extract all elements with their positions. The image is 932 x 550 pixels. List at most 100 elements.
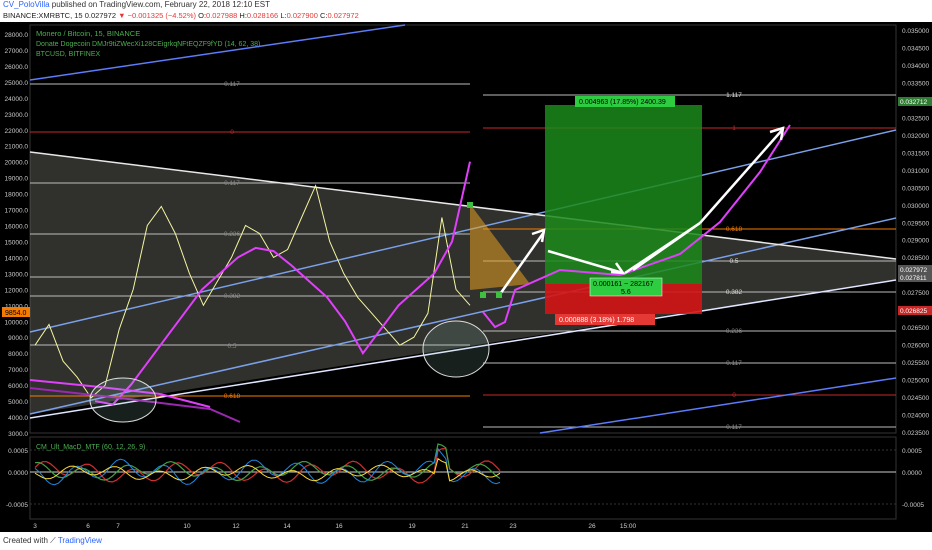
- fib-label: 0.236: [224, 231, 241, 238]
- x-axis-tick: 19: [408, 523, 416, 530]
- left-axis-tick: 13000.0: [5, 271, 29, 278]
- right-axis-tick: 0.032000: [902, 133, 929, 140]
- right-axis-tick: 0.029000: [902, 238, 929, 245]
- fib-label: 0: [230, 129, 234, 136]
- left-axis-tick: 5000.0: [8, 399, 28, 406]
- macd-axis-tick: 0.0000: [8, 470, 28, 477]
- right-axis: 0.0350000.0345000.0340000.0335000.033000…: [902, 28, 929, 437]
- right-axis-tick: 0.030500: [902, 185, 929, 192]
- right-axis-tick: 0.031500: [902, 150, 929, 157]
- left-axis-tick: 24000.0: [5, 96, 29, 103]
- left-axis-tick: 8000.0: [8, 351, 28, 358]
- marker-square: [467, 202, 473, 208]
- x-axis-tick: 26: [588, 523, 596, 530]
- open-value: 0.027988: [206, 11, 238, 20]
- left-axis-tick: 4000.0: [8, 415, 28, 422]
- legend-donate[interactable]: Donate Dogecoin DMJr9tiZWecXi128CEigrkqN…: [36, 41, 260, 48]
- price-tag: 0.027811: [900, 275, 927, 282]
- publish-bar: CV_PoloVilla published on TradingView.co…: [0, 0, 932, 10]
- fib-label: 0.5: [729, 258, 738, 265]
- fib-label: 0.382: [726, 289, 743, 296]
- x-axis-tick: 12: [232, 523, 240, 530]
- left-axis-tick: 28000.0: [5, 32, 29, 39]
- support-ellipse-right: [422, 320, 490, 378]
- left-axis-tick: 19000.0: [5, 176, 29, 183]
- author-link[interactable]: CV_PoloVilla: [3, 0, 50, 9]
- x-axis-tick: 15:00: [620, 523, 637, 530]
- fib-label: 0.618: [224, 393, 241, 400]
- high-label: H:: [239, 11, 247, 20]
- right-axis-tick: 0.029500: [902, 220, 929, 227]
- fib-label: 0: [732, 392, 736, 399]
- left-axis-tick: 17000.0: [5, 208, 29, 215]
- left-axis-tick: 6000.0: [8, 383, 28, 390]
- support-ellipse-left: [89, 377, 157, 423]
- down-arrow-icon: ▼: [118, 11, 126, 20]
- left-axis-tick: 16000.0: [5, 224, 29, 231]
- left-axis-tick: 23000.0: [5, 112, 29, 119]
- x-axis-tick: 21: [461, 523, 469, 530]
- marker-square: [480, 292, 486, 298]
- x-axis-tick: 16: [335, 523, 343, 530]
- macd-right-axis-tick: 0.0005: [902, 448, 922, 455]
- price-change: −0.001325 (−4.52%): [127, 11, 197, 20]
- price-tag: 0.026825: [900, 308, 927, 315]
- left-axis-tick: 9000.0: [8, 335, 28, 342]
- right-axis-tick: 0.030000: [902, 203, 929, 210]
- target-label: 0.004963 (17.85%) 2400.39: [579, 99, 666, 106]
- left-axis-tick: 18000.0: [5, 192, 29, 199]
- right-axis-tick: 0.032500: [902, 115, 929, 122]
- left-axis-tick: 3000.0: [8, 431, 28, 438]
- fib-label: 0.117: [726, 360, 742, 367]
- legend-macd[interactable]: CM_Ult_MacD_MTF (60, 12, 26, 9): [36, 444, 145, 451]
- entry-label: 0.000161 ~ 282167: [593, 281, 654, 288]
- macd-axis-tick: -0.0005: [6, 502, 28, 509]
- right-axis-tick: 0.026000: [902, 343, 929, 350]
- x-axis-tick: 23: [509, 523, 517, 530]
- footer-bar: Created with ⟋ TradingView: [0, 532, 932, 550]
- fib-label: 0.117: [224, 180, 240, 187]
- macd-axis-tick: 0.0005: [8, 448, 28, 455]
- x-axis: 3 6 7 10 12 14 16 19 21 23 26 15:00: [33, 523, 636, 530]
- tradingview-link[interactable]: TradingView: [58, 536, 102, 545]
- x-axis-tick: 7: [116, 523, 120, 530]
- left-axis-tick: 10000.0: [5, 319, 29, 326]
- fib-label: 0.236: [726, 328, 743, 335]
- right-axis-tick: 0.028500: [902, 255, 929, 262]
- chart-area[interactable]: 28000.0 27000.0 26000.0 25000.0 24000.0 23000…: [0, 22, 932, 532]
- chart-canvas[interactable]: 28000.027000.026000.025000.024000.023000…: [0, 22, 932, 532]
- close-value: 0.027972: [327, 11, 359, 20]
- right-axis-tick: 0.025500: [902, 360, 929, 367]
- right-axis-tick: 0.033500: [902, 80, 929, 87]
- publish-info: published on TradingView.com, February 2…: [51, 0, 270, 9]
- left-axis-tick: 25000.0: [5, 80, 29, 87]
- left-axis-tick: 20000.0: [5, 160, 29, 167]
- fib-label: 1: [732, 125, 736, 132]
- right-axis-tick: 0.024500: [902, 395, 929, 402]
- right-axis-tick: 0.027500: [902, 290, 929, 297]
- fib-label: 1.117: [726, 92, 742, 99]
- macd-right-axis-tick: 0.0000: [902, 470, 922, 477]
- risk-ratio: 5.6: [621, 289, 631, 296]
- symbol-info-bar: BINANCE:XMRBTC, 15 0.027972 ▼ −0.001325 …: [0, 10, 932, 22]
- x-axis-tick: 6: [86, 523, 90, 530]
- x-axis-tick: 14: [283, 523, 291, 530]
- price-tag: 0.027972: [900, 267, 927, 274]
- stop-label: 0.000888 (3.18%) 1.798: [559, 317, 634, 324]
- left-axis-tick: 15000.0: [5, 239, 29, 246]
- left-axis-tick: 14000.0: [5, 255, 29, 262]
- right-axis-tick: 0.035000: [902, 28, 929, 35]
- created-with-label: Created with: [3, 536, 48, 545]
- right-axis-tick: 0.034000: [902, 63, 929, 70]
- fib-label: 0.117: [726, 424, 742, 431]
- open-label: O:: [198, 11, 207, 20]
- left-axis-tick: 21000.0: [5, 144, 29, 151]
- legend-btc[interactable]: BTCUSD, BITFINEX: [36, 51, 101, 58]
- x-axis-tick: 3: [33, 523, 37, 530]
- left-axis-tick: 26000.0: [5, 64, 29, 71]
- price-tag: 0.032712: [900, 99, 927, 106]
- tradingview-logo-icon: ⟋: [50, 536, 56, 545]
- left-current-price: 9854.0: [5, 310, 27, 317]
- legend-main[interactable]: Monero / Bitcoin, 15, BINANCE: [36, 29, 140, 38]
- left-axis-tick: 7000.0: [8, 367, 28, 374]
